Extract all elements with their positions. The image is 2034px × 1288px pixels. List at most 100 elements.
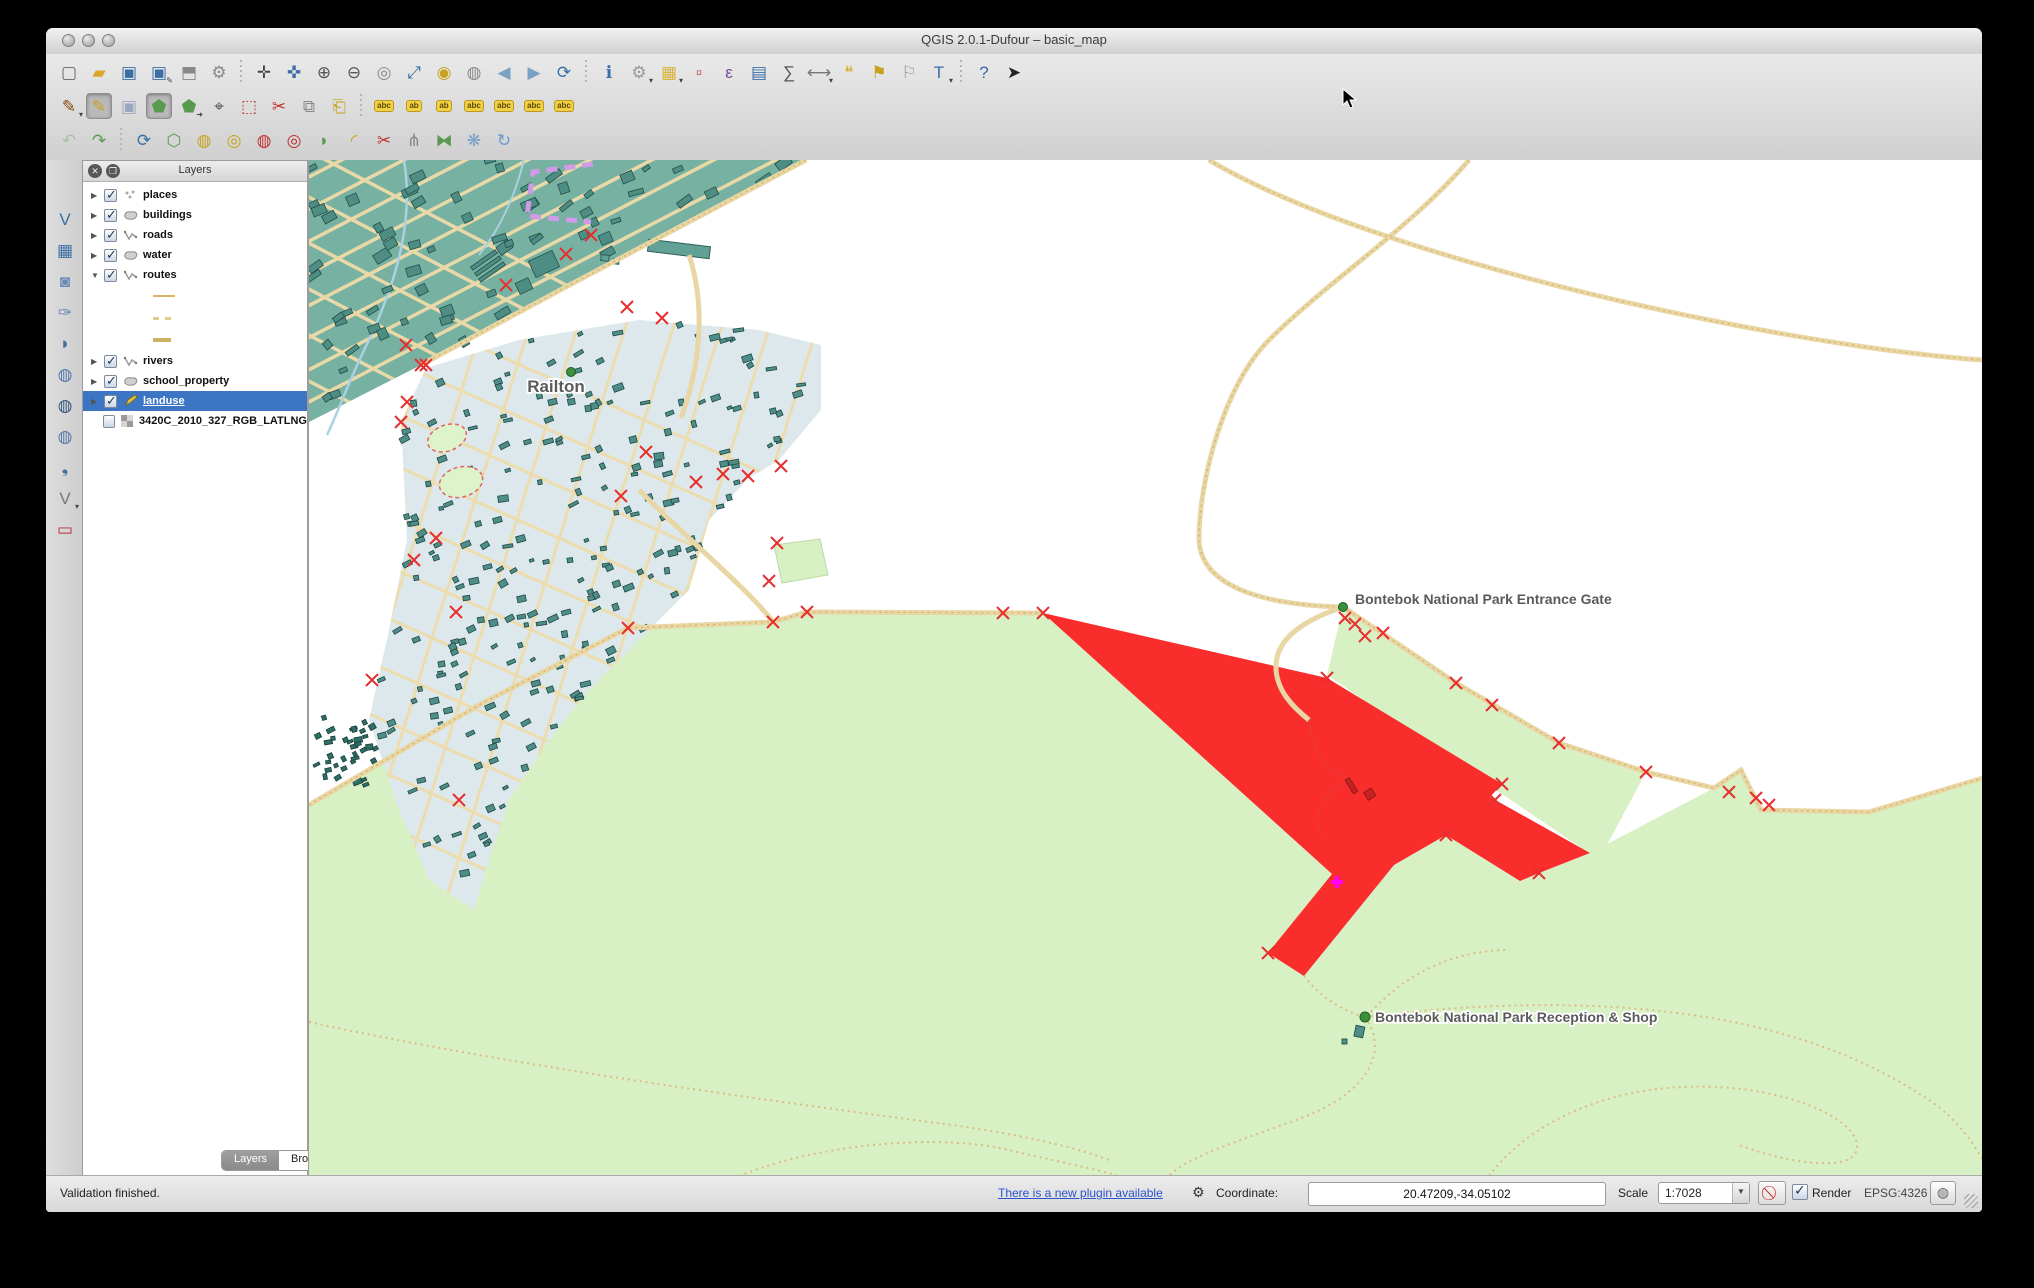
dropdown-arrow-icon[interactable]: ▾ [79,111,83,119]
add-ring-icon[interactable]: ◍ [191,127,217,153]
highlight-pinned-labels-icon[interactable]: ab [431,93,457,119]
pan-to-selection-icon[interactable]: ✜ [281,59,307,85]
zoom-out-icon[interactable]: ⊖ [341,59,367,85]
layer-item-routes[interactable]: ▼routes [83,265,307,285]
collapse-icon[interactable]: ▼ [91,271,101,280]
layer-visibility-checkbox[interactable] [104,395,117,408]
refresh-map-icon[interactable]: ⟳ [551,59,577,85]
expand-icon[interactable]: ▶ [91,231,101,240]
scale-dropdown-icon[interactable]: ▼ [1732,1183,1749,1203]
remove-layer-icon[interactable]: ▭ [52,516,78,542]
add-raster-layer-icon[interactable]: ▦ [52,237,78,263]
current-edits-icon[interactable]: ✎▾ [56,93,82,119]
zoom-native-icon[interactable]: ◎ [371,59,397,85]
layer-visibility-checkbox[interactable] [104,249,117,262]
plugin-available-link[interactable]: There is a new plugin available [998,1186,1163,1200]
zoom-last-icon[interactable]: ◀ [491,59,517,85]
select-features-icon[interactable]: ▦▾ [656,59,682,85]
expand-icon[interactable]: ▶ [91,377,101,386]
split-features-icon[interactable]: ✂ [371,127,397,153]
add-wfs-layer-icon[interactable]: ◍ [52,423,78,449]
expand-icon[interactable]: ▶ [91,397,101,406]
zoom-to-layer-icon[interactable]: ◍ [461,59,487,85]
labeling-options-icon[interactable]: abc [371,93,397,119]
stop-render-button[interactable]: ⃠ [1758,1181,1786,1205]
expand-icon[interactable]: ▶ [91,357,101,366]
new-shapefile-layer-icon[interactable]: V▾ [52,485,78,511]
new-print-composer-icon[interactable]: ⬒ [176,59,202,85]
layer-item-water[interactable]: ▶water [83,245,307,265]
delete-selected-icon[interactable]: ⬚ [236,93,262,119]
new-project-icon[interactable]: ▢ [56,59,82,85]
render-checkbox[interactable] [1792,1184,1808,1200]
expand-icon[interactable]: ▶ [91,191,101,200]
add-feature-icon[interactable]: ⬟ [146,93,172,119]
change-label-icon[interactable]: abc [551,93,577,119]
measure-icon[interactable]: ⟷▾ [806,59,832,85]
dropdown-arrow-icon[interactable]: ▾ [649,77,653,85]
split-parts-icon[interactable]: ⋔ [401,127,427,153]
dropdown-arrow-icon[interactable]: ➜ [196,111,203,119]
reshape-features-icon[interactable]: ◗ [311,127,337,153]
layer-item-roads[interactable]: ▶roads [83,225,307,245]
dropdown-arrow-icon[interactable]: ▾ [949,77,953,85]
simplify-feature-icon[interactable]: ⬡ [161,127,187,153]
dropdown-arrow-icon[interactable]: ▾ [75,503,79,511]
layer-item-school_property[interactable]: ▶school_property [83,371,307,391]
crs-button[interactable]: ◍ [1930,1181,1956,1205]
save-layer-edits-icon[interactable]: ▣ [116,93,142,119]
layer-visibility-checkbox[interactable] [104,269,117,282]
add-delimited-text-layer-icon[interactable]: ❟ [52,454,78,480]
layer-item-3420C_2010_327_RGB_LATLNG[interactable]: 3420C_2010_327_RGB_LATLNG [83,411,307,431]
open-attribute-table-icon[interactable]: ▤ [746,59,772,85]
rotate-label-icon[interactable]: abc [521,93,547,119]
dropdown-arrow-icon[interactable]: ▾ [679,77,683,85]
text-annotation-icon[interactable]: T▾ [926,59,952,85]
layer-visibility-checkbox[interactable] [104,355,117,368]
add-postgis-layer-icon[interactable]: ◙ [52,268,78,294]
show-bookmarks-icon[interactable]: ⚐ [896,59,922,85]
layer-visibility-checkbox[interactable] [104,189,117,202]
dropdown-arrow-icon[interactable]: ▾ [829,77,833,85]
map-tips-icon[interactable]: ❝ [836,59,862,85]
copy-features-icon[interactable]: ⧉ [296,93,322,119]
redo-icon[interactable]: ↷ [86,127,112,153]
rotate-feature-icon[interactable]: ⟳ [131,127,157,153]
map-canvas[interactable]: Railton Bontebok National Park Entrance … [308,160,1982,1176]
zoom-full-icon[interactable]: ⤢ [401,59,427,85]
move-label-icon[interactable]: abc [491,93,517,119]
field-calculator-icon[interactable]: ∑ [776,59,802,85]
show-hide-labels-icon[interactable]: abc [461,93,487,119]
add-mssql-layer-icon[interactable]: ◗ [52,330,78,356]
park-small-field[interactable] [774,539,828,583]
add-spatialite-layer-icon[interactable]: ✑ [52,299,78,325]
pan-map-icon[interactable]: ✛ [251,59,277,85]
run-feature-action-icon[interactable]: ⚙▾ [626,59,652,85]
open-project-icon[interactable]: ▰ [86,59,112,85]
node-tool-icon[interactable]: ⌖ [206,93,232,119]
title-bar[interactable]: QGIS 2.0.1-Dufour – basic_map [46,28,1982,55]
delete-part-icon[interactable]: ◎ [281,127,307,153]
merge-selected-features-icon[interactable]: ⧓ [431,127,457,153]
add-wms-layer-icon[interactable]: ◍ [52,361,78,387]
zoom-in-icon[interactable]: ⊕ [311,59,337,85]
add-vector-layer-icon[interactable]: V [52,206,78,232]
coordinate-input[interactable] [1308,1182,1606,1206]
expand-icon[interactable]: ▶ [91,211,101,220]
zoom-next-icon[interactable]: ▶ [521,59,547,85]
layer-visibility-checkbox[interactable] [104,229,117,242]
layer-item-landuse[interactable]: ▶landuse [83,391,307,411]
offset-curve-icon[interactable]: ◜ [341,127,367,153]
panel-tab-layers[interactable]: Layers [222,1151,279,1170]
identify-features-icon[interactable]: ℹ [596,59,622,85]
help-icon[interactable]: ? [971,59,997,85]
delete-ring-icon[interactable]: ◍ [251,127,277,153]
layer-item-buildings[interactable]: ▶buildings [83,205,307,225]
pin-labels-icon[interactable]: ab [401,93,427,119]
whats-this-icon[interactable]: ➤ [1001,59,1027,85]
new-bookmark-icon[interactable]: ⚑ [866,59,892,85]
composer-manager-icon[interactable]: ⚙ [206,59,232,85]
save-project-as-icon[interactable]: ▣✎ [146,59,172,85]
select-by-expression-icon[interactable]: ε [716,59,742,85]
layer-item-places[interactable]: ▶places [83,185,307,205]
